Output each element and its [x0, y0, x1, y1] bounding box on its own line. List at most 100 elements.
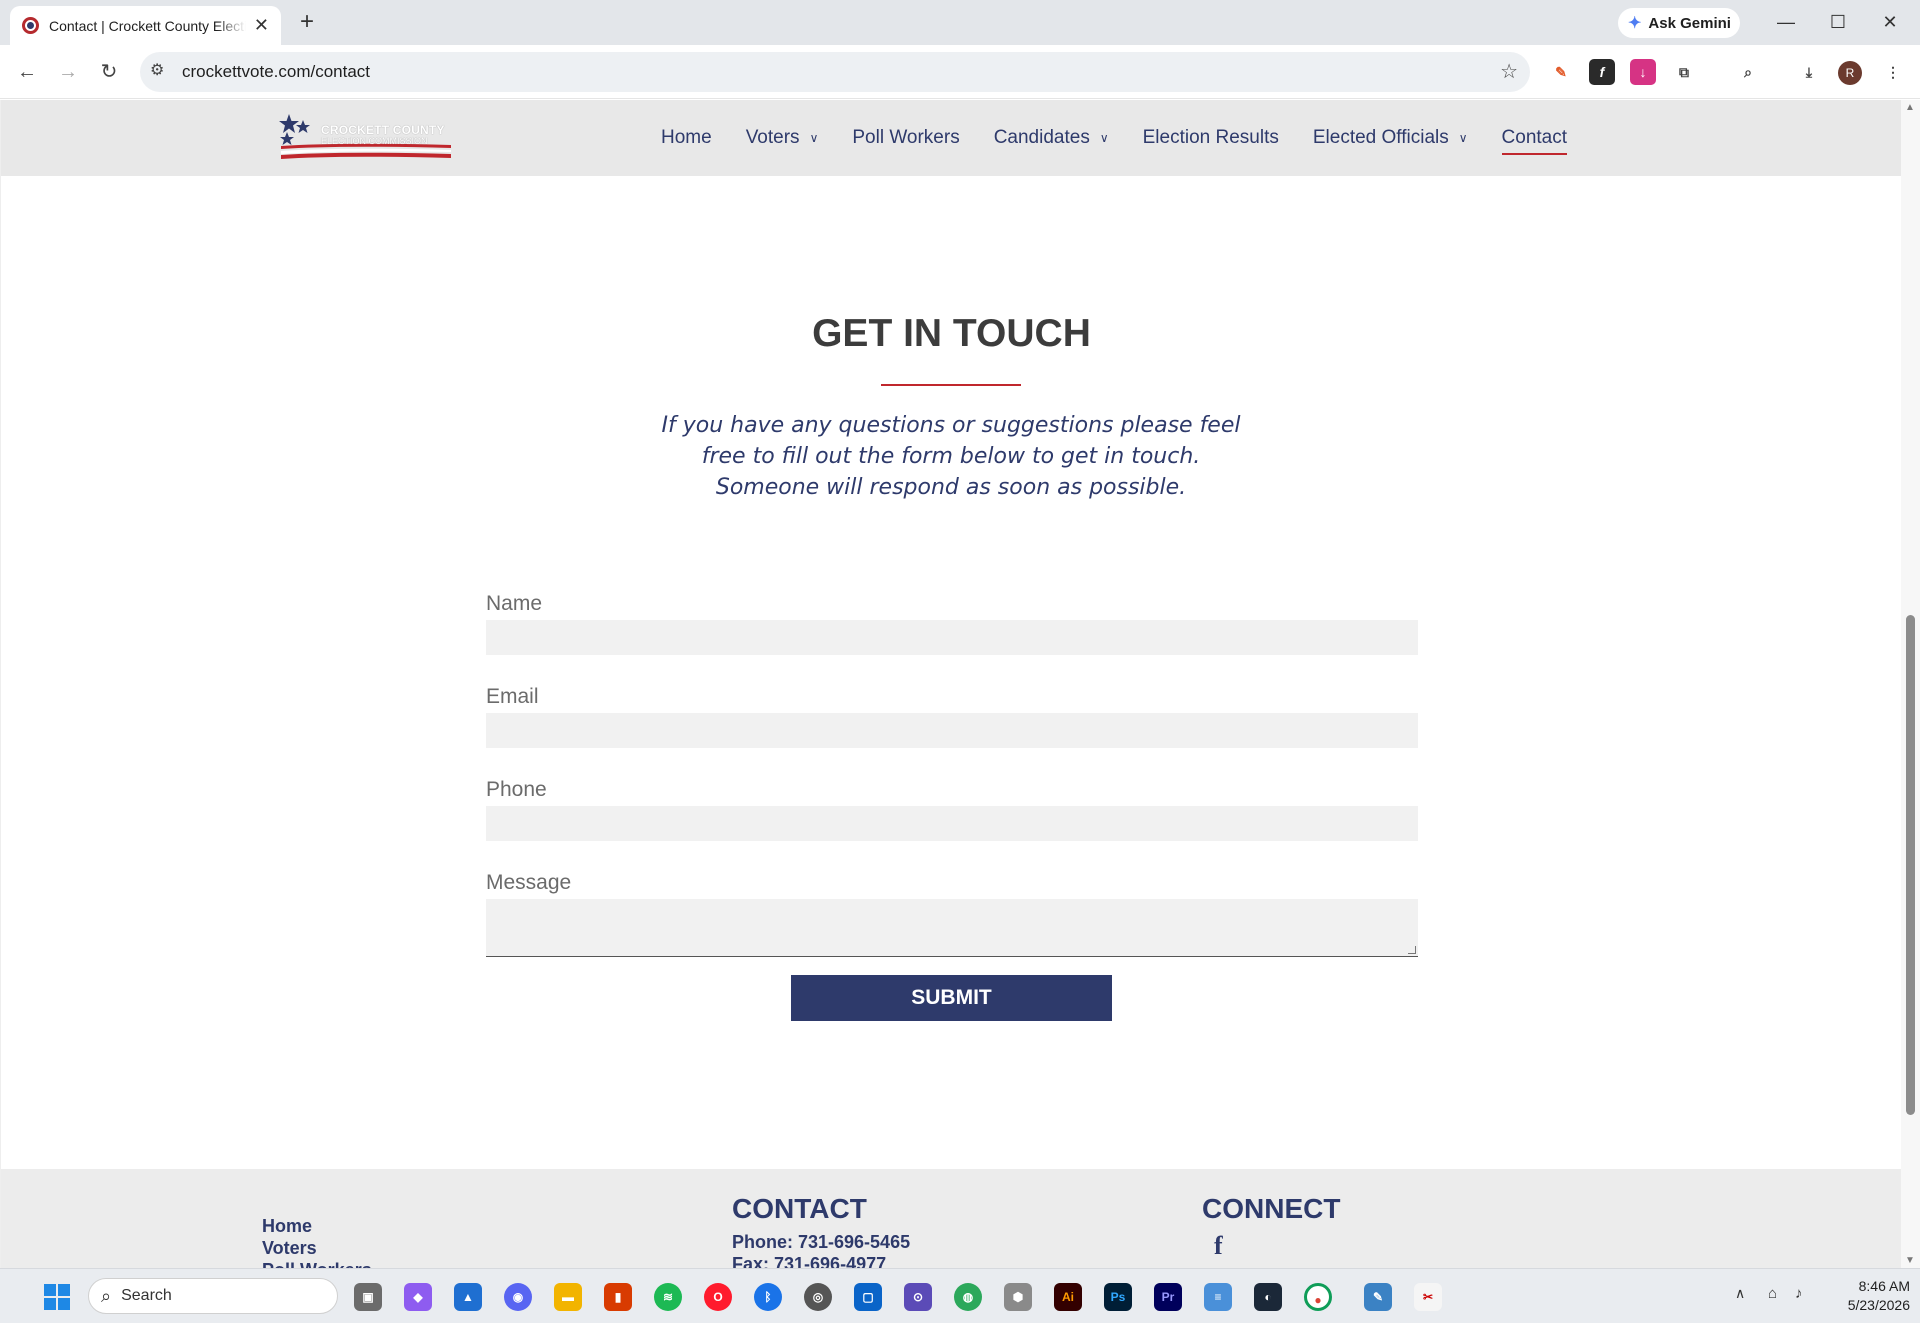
forward-arrow-icon[interactable]: → — [51, 55, 85, 89]
nav-item-elected-officials[interactable]: Elected Officials ∨ — [1313, 127, 1468, 149]
footer-links: Home Voters Poll Workers — [262, 1215, 372, 1268]
nav-item-voters[interactable]: Voters ∨ — [746, 127, 819, 149]
tab-title: Contact | Crockett County Election Commi… — [49, 17, 246, 34]
footer-contact-heading: CONTACT — [732, 1193, 867, 1224]
browser-tab-active[interactable]: Contact | Crockett County Election Commi… — [10, 6, 281, 45]
clock-time: 8:46 AM — [1858, 1278, 1910, 1294]
intro-line: Someone will respond as soon as possible… — [715, 475, 1187, 500]
close-window-icon[interactable]: ✕ — [1870, 8, 1910, 36]
download-extension-icon[interactable]: ↓ — [1630, 59, 1656, 85]
scroll-down-arrow-icon[interactable]: ▼ — [1905, 1255, 1915, 1266]
facebook-icon[interactable]: f — [1214, 1231, 1340, 1261]
close-tab-icon[interactable]: ✕ — [254, 15, 269, 36]
url-text[interactable]: crockettvote.com/contact — [182, 62, 370, 82]
scrollbar-thumb[interactable] — [1906, 615, 1915, 1115]
site-logo[interactable]: CROCKETT COUNTY ELECTION COMMISSION — [279, 112, 451, 162]
gemini-sparkle-icon: ✦ — [1628, 15, 1642, 32]
site-favicon-icon — [22, 17, 39, 34]
nav-label: Candidates — [993, 127, 1090, 148]
extensions-puzzle-icon[interactable]: ⧉ — [1671, 59, 1697, 85]
taskbar-search-placeholder: Search — [121, 1287, 172, 1304]
chrome-icon[interactable]: ● — [1304, 1283, 1332, 1311]
snipping-tool-icon[interactable]: ✂ — [1414, 1283, 1442, 1311]
site-header: CROCKETT COUNTY ELECTION COMMISSION Home… — [1, 100, 1901, 176]
obs-icon[interactable]: ◎ — [804, 1283, 832, 1311]
nav-label: Home — [661, 127, 712, 148]
maximize-window-icon[interactable]: ☐ — [1818, 8, 1858, 36]
phone-field[interactable] — [486, 806, 1418, 841]
nav-item-candidates[interactable]: Candidates ∨ — [994, 127, 1109, 149]
paint-app-icon[interactable]: ✎ — [1364, 1283, 1392, 1311]
phone-label: Phone — [486, 778, 547, 801]
chevron-down-icon: ∨ — [1458, 131, 1468, 145]
footer-link-poll-workers[interactable]: Poll Workers — [262, 1259, 372, 1268]
submit-button[interactable]: SUBMIT — [791, 975, 1112, 1021]
photos-app-icon[interactable]: ▲ — [454, 1283, 482, 1311]
intro-line: If you have any questions or suggestions… — [661, 413, 1241, 438]
message-field[interactable] — [486, 899, 1418, 957]
nav-label: Voters — [745, 127, 800, 148]
scroll-up-arrow-icon[interactable]: ▲ — [1905, 102, 1915, 113]
clock-date: 5/23/2026 — [1847, 1297, 1910, 1313]
email-field[interactable] — [486, 713, 1418, 748]
taskbar-search[interactable]: ⌕ Search — [88, 1278, 338, 1314]
footer-phone: Phone: 731-696-5465 — [732, 1232, 911, 1252]
bluetooth-app-icon[interactable]: ᛒ — [754, 1283, 782, 1311]
nav-label: Contact — [1501, 127, 1568, 148]
photoshop-icon[interactable]: Ps — [1104, 1283, 1132, 1311]
task-view-icon[interactable]: ▣ — [354, 1283, 382, 1311]
chevron-down-icon: ∨ — [809, 131, 819, 145]
profile-avatar[interactable]: R — [1838, 61, 1862, 85]
downloads-icon[interactable]: ⤓ — [1796, 59, 1822, 85]
intro-text: If you have any questions or suggestions… — [651, 410, 1251, 503]
chevron-up-icon[interactable]: ∧ — [1735, 1285, 1745, 1302]
font-extension-icon[interactable]: f — [1589, 59, 1615, 85]
nav-item-home[interactable]: Home — [661, 127, 712, 149]
nav-item-contact[interactable]: Contact — [1501, 127, 1568, 155]
footer-connect-heading: CONNECT — [1202, 1193, 1341, 1224]
office-icon[interactable]: ▮ — [604, 1283, 632, 1311]
network-icon[interactable]: ⌂ — [1768, 1285, 1777, 1302]
back-arrow-icon[interactable]: ← — [10, 55, 44, 89]
intro-line: free to fill out the form below to get i… — [701, 444, 1201, 469]
browser-toolbar: ← → ↻ ⚙ crockettvote.com/contact ☆ ✎ f ↓… — [0, 45, 1920, 99]
nav-item-poll-workers[interactable]: Poll Workers — [852, 127, 959, 149]
page-scrollbar[interactable]: ▲ ▼ — [1901, 100, 1920, 1268]
volume-icon[interactable]: ♪ — [1795, 1285, 1803, 1302]
pen-extension-icon[interactable]: ✎ — [1548, 59, 1574, 85]
cube-app-icon[interactable]: ⬢ — [1004, 1283, 1032, 1311]
reload-icon[interactable]: ↻ — [92, 55, 126, 89]
page-viewport: CROCKETT COUNTY ELECTION COMMISSION Home… — [0, 100, 1901, 1268]
resize-handle-icon[interactable] — [1408, 946, 1416, 954]
opera-icon[interactable]: O — [704, 1283, 732, 1311]
nav-item-election-results[interactable]: Election Results — [1143, 127, 1279, 149]
address-bar[interactable]: ⚙ crockettvote.com/contact ☆ — [140, 52, 1530, 92]
site-footer: Home Voters Poll Workers CONTACT Phone: … — [1, 1169, 1901, 1268]
steam-icon[interactable]: ◐ — [1254, 1283, 1282, 1311]
minimize-window-icon[interactable]: — — [1766, 8, 1806, 36]
game-controller-icon[interactable]: ⊙ — [904, 1283, 932, 1311]
window-app-icon[interactable]: ▢ — [854, 1283, 882, 1311]
bookmark-star-icon[interactable]: ☆ — [1500, 59, 1518, 84]
illustrator-icon[interactable]: Ai — [1054, 1283, 1082, 1311]
site-info-icon[interactable]: ⚙ — [150, 60, 164, 80]
windows-start-icon[interactable] — [44, 1284, 70, 1310]
footer-link-home[interactable]: Home — [262, 1215, 372, 1237]
premiere-icon[interactable]: Pr — [1154, 1283, 1182, 1311]
footer-contact: CONTACT Phone: 731-696-5465 Fax: 731-696… — [732, 1193, 910, 1268]
notepad-icon[interactable]: ≡ — [1204, 1283, 1232, 1311]
file-explorer-icon[interactable]: ▬ — [554, 1283, 582, 1311]
contact-form: Name Email Phone Message — [486, 592, 1418, 957]
vpn-app-icon[interactable]: ◍ — [954, 1283, 982, 1311]
browser-menu-icon[interactable]: ⋮ — [1880, 59, 1906, 85]
tab-search-icon[interactable]: ⌕ — [1735, 59, 1761, 85]
ask-gemini-button[interactable]: ✦ Ask Gemini — [1618, 8, 1740, 38]
spotify-icon[interactable]: ≋ — [654, 1283, 682, 1311]
new-tab-button[interactable]: + — [293, 9, 321, 37]
discord-icon[interactable]: ◉ — [504, 1283, 532, 1311]
browser-tab-strip: Contact | Crockett County Election Commi… — [0, 0, 1920, 45]
copilot-icon[interactable]: ◆ — [404, 1283, 432, 1311]
name-field[interactable] — [486, 620, 1418, 655]
system-clock[interactable]: 8:46 AM 5/23/2026 — [1820, 1277, 1910, 1315]
footer-link-voters[interactable]: Voters — [262, 1237, 372, 1259]
